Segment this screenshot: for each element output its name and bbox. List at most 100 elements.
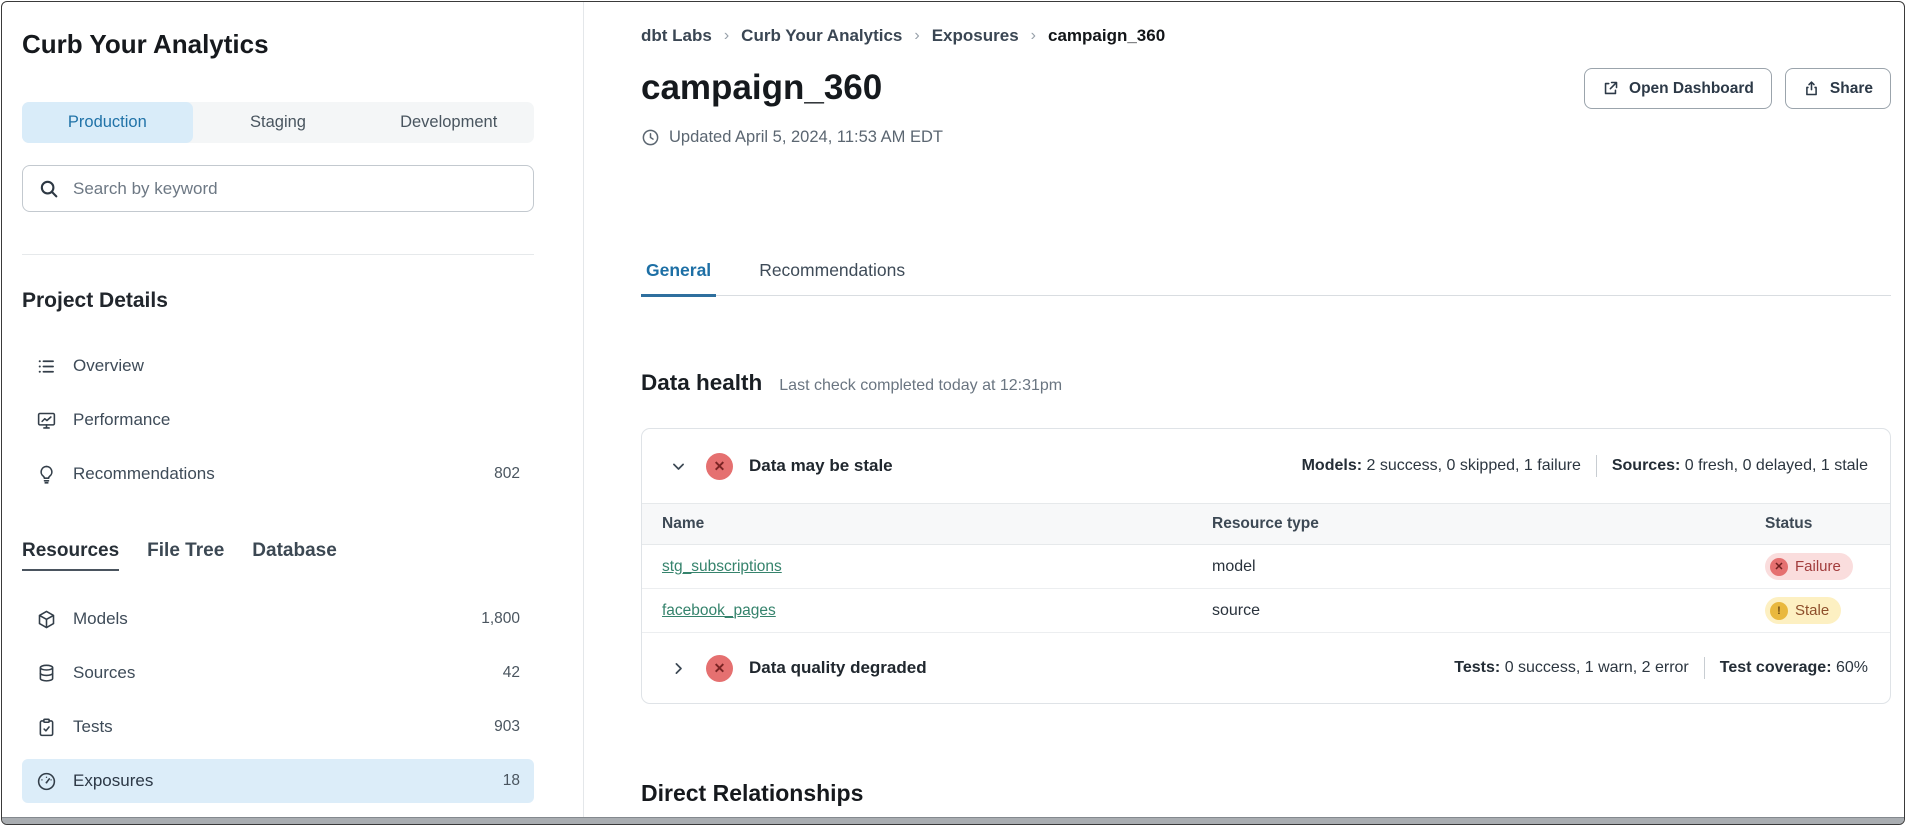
- stat-divider: [1596, 455, 1597, 477]
- sidebar-item-label: Tests: [73, 717, 113, 737]
- share-icon: [1803, 80, 1820, 97]
- table-row: stg_subscriptions model ✕ Failure: [642, 545, 1890, 589]
- sidebar-item-label: Exposures: [73, 771, 153, 791]
- env-tab-production[interactable]: Production: [22, 102, 193, 143]
- stale-warning-icon: !: [1770, 602, 1788, 620]
- quality-group-header[interactable]: ✕ Data quality degraded Tests: 0 success…: [642, 633, 1890, 703]
- breadcrumb-item-exposures[interactable]: Exposures: [932, 26, 1019, 46]
- open-dashboard-button[interactable]: Open Dashboard: [1584, 68, 1772, 109]
- column-header-name: Name: [662, 515, 1212, 533]
- error-status-icon: ✕: [706, 655, 733, 682]
- tab-general[interactable]: General: [641, 260, 716, 297]
- external-link-icon: [1602, 80, 1619, 97]
- updated-timestamp: Updated April 5, 2024, 11:53 AM EDT: [641, 126, 1891, 148]
- explorer-sidebar: Curb Your Analytics Production Staging D…: [2, 2, 584, 818]
- clipboard-check-icon: [36, 717, 57, 738]
- sidebar-item-label: Performance: [73, 410, 170, 430]
- cube-icon: [36, 609, 57, 630]
- tab-file-tree[interactable]: File Tree: [147, 540, 224, 571]
- stat-divider: [1704, 657, 1705, 679]
- item-count: 802: [494, 465, 520, 483]
- sidebar-item-performance[interactable]: Performance: [22, 398, 534, 442]
- health-table-header: Name Resource type Status: [642, 503, 1890, 545]
- env-tab-development[interactable]: Development: [363, 102, 534, 143]
- main-content: dbt Labs › Curb Your Analytics › Exposur…: [584, 2, 1904, 818]
- chevron-right-icon: ›: [1031, 27, 1036, 45]
- list-icon: [36, 356, 57, 377]
- sidebar-item-exposures[interactable]: Exposures 18: [22, 759, 534, 803]
- monitor-chart-icon: [36, 410, 57, 431]
- lightbulb-icon: [36, 464, 57, 485]
- open-dashboard-label: Open Dashboard: [1629, 80, 1754, 98]
- project-details-heading: Project Details: [22, 288, 534, 314]
- share-label: Share: [1830, 80, 1873, 98]
- test-coverage-stat: Test coverage: 60%: [1720, 659, 1868, 677]
- sources-stat: Sources: 0 fresh, 0 delayed, 1 stale: [1612, 457, 1868, 475]
- gauge-icon: [36, 771, 57, 792]
- stale-group-title: Data may be stale: [749, 456, 893, 476]
- direct-relationships-heading: Direct Relationships: [641, 780, 1891, 807]
- share-button[interactable]: Share: [1785, 68, 1891, 109]
- environment-switcher: Production Staging Development: [22, 102, 534, 143]
- sidebar-item-models[interactable]: Models 1,800: [22, 597, 534, 641]
- search-box[interactable]: [22, 165, 534, 212]
- sidebar-item-recommendations[interactable]: Recommendations 802: [22, 452, 534, 496]
- sidebar-item-label: Overview: [73, 356, 144, 376]
- status-badge-stale: ! Stale: [1765, 597, 1841, 624]
- env-tab-staging[interactable]: Staging: [193, 102, 364, 143]
- sidebar-item-label: Models: [73, 609, 128, 629]
- quality-group-title: Data quality degraded: [749, 658, 927, 678]
- resource-type-cell: source: [1212, 602, 1765, 620]
- sidebar-item-label: Recommendations: [73, 464, 215, 484]
- last-check-text: Last check completed today at 12:31pm: [779, 377, 1062, 395]
- status-badge-label: Stale: [1795, 602, 1829, 619]
- tab-database[interactable]: Database: [252, 540, 337, 571]
- table-row: facebook_pages source ! Stale: [642, 589, 1890, 633]
- resource-link-stg-subscriptions[interactable]: stg_subscriptions: [662, 558, 782, 575]
- database-icon: [36, 663, 57, 684]
- item-count: 18: [503, 772, 520, 790]
- error-status-icon: ✕: [706, 453, 733, 480]
- models-stat: Models: 2 success, 0 skipped, 1 failure: [1302, 457, 1581, 475]
- item-count: 903: [494, 718, 520, 736]
- chevron-down-icon[interactable]: [664, 452, 692, 480]
- breadcrumb-item-project[interactable]: Curb Your Analytics: [741, 26, 902, 46]
- status-badge-label: Failure: [1795, 558, 1841, 575]
- tab-recommendations[interactable]: Recommendations: [754, 260, 910, 297]
- item-count: 42: [503, 664, 520, 682]
- sidebar-item-tests[interactable]: Tests 903: [22, 705, 534, 749]
- window-bottom-edge: [2, 817, 1904, 824]
- failure-x-icon: ✕: [1770, 558, 1788, 576]
- resource-type-cell: model: [1212, 558, 1765, 576]
- project-title: Curb Your Analytics: [22, 28, 534, 60]
- chevron-right-icon: ›: [724, 27, 729, 45]
- column-header-status: Status: [1765, 515, 1890, 533]
- sidebar-item-label: Sources: [73, 663, 135, 683]
- clock-icon: [641, 128, 660, 147]
- item-count: 1,800: [481, 610, 520, 628]
- search-icon: [38, 178, 60, 200]
- sidebar-item-sources[interactable]: Sources 42: [22, 651, 534, 695]
- resources-nav: Models 1,800 Sources 42 Tests 903: [22, 597, 534, 803]
- status-badge-failure: ✕ Failure: [1765, 553, 1853, 580]
- search-input[interactable]: [71, 178, 518, 200]
- tab-resources[interactable]: Resources: [22, 540, 119, 571]
- stale-group-header[interactable]: ✕ Data may be stale Models: 2 success, 0…: [642, 429, 1890, 503]
- chevron-right-icon: ›: [914, 27, 919, 45]
- resource-link-facebook-pages[interactable]: facebook_pages: [662, 602, 776, 619]
- column-header-resource-type: Resource type: [1212, 515, 1765, 533]
- tests-stat: Tests: 0 success, 1 warn, 2 error: [1454, 659, 1688, 677]
- chevron-right-icon[interactable]: [664, 654, 692, 682]
- resource-view-tabs: Resources File Tree Database: [22, 540, 534, 571]
- breadcrumb: dbt Labs › Curb Your Analytics › Exposur…: [641, 24, 1891, 48]
- breadcrumb-item-dbt-labs[interactable]: dbt Labs: [641, 26, 712, 46]
- sidebar-divider: [22, 254, 534, 255]
- stale-group-stats: Models: 2 success, 0 skipped, 1 failure …: [1302, 455, 1868, 477]
- page-title: campaign_360: [641, 64, 882, 112]
- data-health-card: ✕ Data may be stale Models: 2 success, 0…: [641, 428, 1891, 704]
- sidebar-item-overview[interactable]: Overview: [22, 344, 534, 388]
- breadcrumb-item-current: campaign_360: [1048, 26, 1165, 46]
- updated-text: Updated April 5, 2024, 11:53 AM EDT: [669, 128, 943, 147]
- browser-window: Curb Your Analytics Production Staging D…: [1, 1, 1905, 825]
- project-details-nav: Overview Performance Recommendations 802: [22, 344, 534, 496]
